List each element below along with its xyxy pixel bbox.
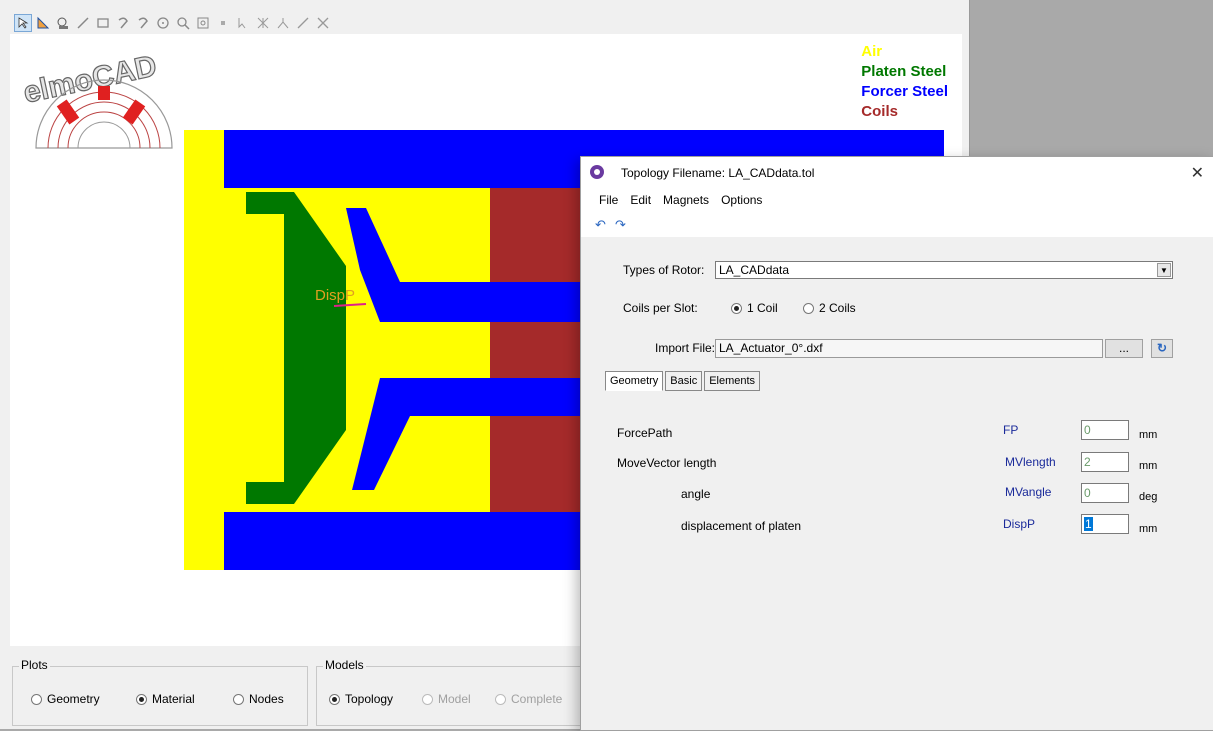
models-group: Models Topology Model Complete [316, 658, 584, 726]
import-file-field[interactable]: LA_Actuator_0°.dxf [715, 339, 1103, 358]
browse-button[interactable]: ... [1105, 339, 1143, 358]
select-arrow-icon[interactable] [14, 14, 32, 32]
radio-topology[interactable]: Topology [329, 692, 393, 706]
cross-icon[interactable] [314, 14, 332, 32]
param-label-forcepath: ForcePath [617, 426, 673, 440]
radio-model: Model [422, 692, 471, 706]
param-unit-dispp: mm [1139, 523, 1158, 535]
plots-title: Plots [19, 658, 50, 672]
tab-geometry[interactable]: Geometry [605, 371, 664, 391]
param-value-dispp: 1 [1084, 517, 1093, 531]
svg-text:elmoCAD: elmoCAD [21, 49, 160, 109]
radio-dot[interactable] [31, 693, 42, 705]
radio-1-coil[interactable]: 1 Coil [731, 301, 778, 315]
param-input-dispp[interactable]: 1 [1081, 514, 1129, 534]
undo-icon[interactable]: ↶ [595, 217, 606, 233]
radio-complete: Complete [495, 692, 562, 706]
legend-platen-steel: Platen Steel [861, 63, 947, 80]
param-label-mvlength: MoveVector length [617, 456, 717, 470]
menu-edit[interactable]: Edit [630, 193, 651, 207]
chevron-down-icon[interactable]: ▼ [1157, 263, 1171, 277]
radio-nodes[interactable]: Nodes [233, 692, 284, 706]
triangle-icon[interactable] [34, 14, 52, 32]
import-value: LA_Actuator_0°.dxf [719, 341, 823, 355]
radio-label: Geometry [47, 692, 100, 706]
radio-geometry[interactable]: Geometry [31, 692, 100, 706]
refresh-icon: ↻ [1156, 341, 1168, 355]
toolbar [14, 12, 332, 34]
elmocad-logo: elmoCAD [16, 46, 186, 156]
point-icon[interactable] [214, 14, 232, 32]
fit-icon[interactable] [194, 14, 212, 32]
radio-dot[interactable] [731, 302, 742, 314]
node-select-icon[interactable] [234, 14, 252, 32]
radio-label: Material [152, 692, 195, 706]
radio-label: Complete [511, 692, 563, 706]
tab-basic[interactable]: Basic [665, 371, 703, 391]
param-input-mvlength[interactable]: 2 [1081, 452, 1129, 472]
radio-label: Topology [345, 692, 394, 706]
rectangle-icon[interactable] [94, 14, 112, 32]
radio-label: 1 Coil [747, 301, 778, 315]
topology-dialog: Topology Filename: LA_CADdata.tol ✕ File… [580, 156, 1213, 731]
param-unit-mvangle: deg [1139, 491, 1158, 503]
zoom-window-icon[interactable] [54, 14, 72, 32]
import-label: Import File: [655, 341, 716, 355]
param-var-mvlength: MVlength [1005, 455, 1056, 469]
tab-strip: Geometry Basic Elements [605, 371, 761, 391]
arc2-icon[interactable] [134, 14, 152, 32]
coils-label: Coils per Slot: [623, 301, 698, 315]
node-delete-icon[interactable] [254, 14, 272, 32]
circle-icon[interactable] [154, 14, 172, 32]
material-legend: Air Platen Steel Forcer Steel Coils [861, 42, 948, 122]
rotor-value: LA_CADdata [719, 263, 790, 277]
radio-label: Model [438, 692, 471, 706]
menu-options[interactable]: Options [721, 193, 762, 207]
menu-file[interactable]: File [599, 193, 618, 207]
close-icon[interactable]: ✕ [1191, 163, 1204, 183]
redo-icon[interactable]: ↷ [615, 217, 626, 233]
line-icon[interactable] [74, 14, 92, 32]
app-icon [590, 165, 604, 179]
rotor-type-select[interactable]: LA_CADdata ▼ [715, 261, 1173, 279]
radio-dot[interactable] [233, 693, 244, 705]
zoom-icon[interactable] [174, 14, 192, 32]
rotor-label: Types of Rotor: [623, 263, 705, 277]
diagonal-icon[interactable] [294, 14, 312, 32]
radio-dot [495, 693, 506, 705]
param-var-dispp: DispP [1003, 517, 1036, 531]
radio-label: 2 Coils [819, 301, 856, 315]
radio-2-coils[interactable]: 2 Coils [803, 301, 856, 315]
radio-label: Nodes [249, 692, 284, 706]
param-label-dispp: displacement of platen [681, 519, 802, 533]
radio-material[interactable]: Material [136, 692, 195, 706]
refresh-button[interactable]: ↻ [1151, 339, 1173, 358]
param-label-angle: angle [681, 487, 711, 501]
models-title: Models [323, 658, 366, 672]
param-input-fp[interactable]: 0 [1081, 420, 1129, 440]
dialog-titlebar: Topology Filename: LA_CADdata.tol ✕ [581, 157, 1213, 189]
menu-magnets[interactable]: Magnets [663, 193, 709, 207]
disp-label: DispP [315, 287, 356, 304]
legend-forcer-steel: Forcer Steel [861, 83, 948, 100]
param-unit-fp: mm [1139, 429, 1158, 441]
segment-icon[interactable] [274, 14, 292, 32]
param-var-fp: FP [1003, 423, 1019, 437]
tab-elements[interactable]: Elements [704, 371, 761, 391]
param-input-mvangle[interactable]: 0 [1081, 483, 1129, 503]
undo-toolbar: ↶ ↷ [581, 211, 1213, 237]
radio-dot[interactable] [136, 693, 147, 705]
param-unit-mvlength: mm [1139, 460, 1158, 472]
menubar: File Edit Magnets Options [581, 189, 1213, 211]
dialog-title: Topology Filename: LA_CADdata.tol [621, 166, 815, 180]
legend-coils: Coils [861, 103, 898, 120]
param-var-mvangle: MVangle [1005, 485, 1052, 499]
plots-group: Plots Geometry Material Nodes [12, 658, 308, 726]
radio-dot[interactable] [803, 302, 814, 314]
legend-air: Air [861, 43, 883, 60]
radio-dot [422, 693, 433, 705]
radio-dot[interactable] [329, 693, 340, 705]
arc-icon[interactable] [114, 14, 132, 32]
